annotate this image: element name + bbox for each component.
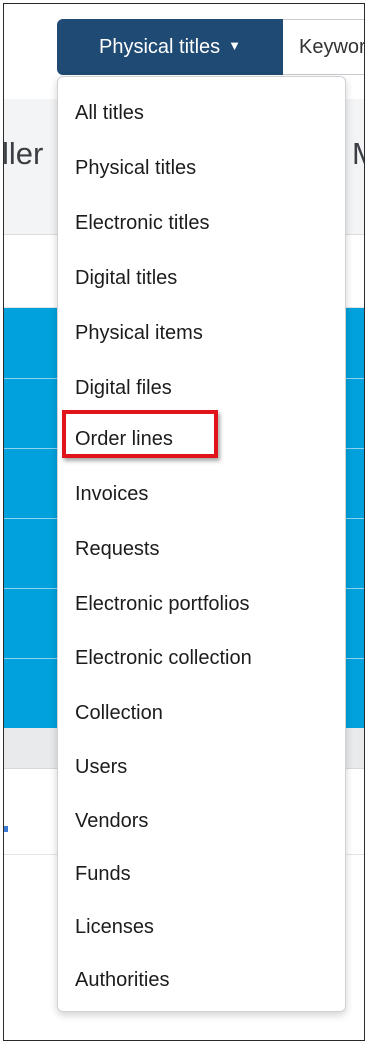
menu-item-electronic-portfolios[interactable]: Electronic portfolios [58, 584, 345, 624]
menu-item-vendors[interactable]: Vendors [58, 801, 345, 841]
menu-item-all-titles[interactable]: All titles [58, 93, 345, 133]
screenshot-frame: ller M Physical titles ▼ Keywords All ti… [3, 3, 365, 1041]
search-type-label: Physical titles [98, 35, 221, 58]
menu-item-physical-items[interactable]: Physical items [58, 313, 345, 353]
menu-item-physical-titles[interactable]: Physical titles [58, 148, 345, 188]
menu-item-invoices[interactable]: Invoices [58, 474, 345, 514]
menu-item-requests[interactable]: Requests [58, 529, 345, 569]
menu-item-electronic-titles[interactable]: Electronic titles [58, 203, 345, 243]
search-scope-field[interactable]: Keywords [283, 19, 365, 75]
caret-down-icon: ▼ [228, 37, 242, 53]
menu-item-digital-titles[interactable]: Digital titles [58, 258, 345, 298]
menu-item-funds[interactable]: Funds [58, 854, 345, 894]
menu-item-electronic-collection[interactable]: Electronic collection [58, 638, 345, 678]
menu-item-licenses[interactable]: Licenses [58, 907, 345, 947]
menu-item-digital-files[interactable]: Digital files [58, 368, 345, 408]
menu-item-users[interactable]: Users [58, 747, 345, 787]
search-type-button[interactable]: Physical titles ▼ [57, 19, 283, 75]
menu-item-authorities[interactable]: Authorities [58, 960, 345, 1000]
menu-item-collection[interactable]: Collection [58, 693, 345, 733]
page-heading-left: ller [3, 136, 44, 171]
page-heading-right: M [352, 136, 364, 172]
menu-item-order-lines[interactable]: Order lines [58, 419, 345, 459]
search-type-dropdown: All titles Physical titles Electronic ti… [57, 76, 346, 1012]
search-scope-text: Keywords [299, 35, 365, 58]
page-link-fragment [4, 826, 8, 832]
